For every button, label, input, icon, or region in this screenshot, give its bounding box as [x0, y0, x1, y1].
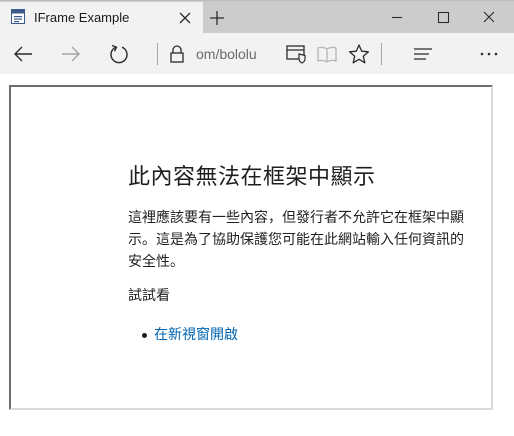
maximize-icon: [437, 11, 450, 24]
forward-arrow-icon[interactable]: [60, 43, 82, 65]
star-icon[interactable]: [348, 43, 370, 65]
close-window-button[interactable]: [466, 1, 512, 33]
toolbar-separator: [381, 43, 382, 65]
toolbar-separator: [157, 43, 158, 65]
open-in-new-window-link[interactable]: 在新視窗開啟: [154, 324, 238, 346]
page-favicon-icon: [11, 9, 25, 24]
address-text: om/bololu: [196, 46, 257, 62]
tab-title: IFrame Example: [34, 10, 130, 25]
reading-view-icon[interactable]: [316, 43, 338, 65]
maximize-button[interactable]: [420, 1, 466, 33]
browser-toolbar: om/bololu: [0, 33, 514, 74]
iframe-error-title: 此內容無法在框架中顯示: [128, 165, 376, 190]
more-icon[interactable]: [478, 43, 500, 65]
title-bar: IFrame Example: [0, 0, 514, 34]
address-bar[interactable]: om/bololu: [196, 44, 270, 64]
refresh-icon[interactable]: [108, 43, 130, 65]
tab-iframe-example[interactable]: IFrame Example: [0, 2, 203, 34]
plus-icon[interactable]: [207, 8, 227, 28]
close-icon: [483, 11, 495, 23]
iframe-error-message: 這裡應該要有一些內容，但發行者不允許它在框架中顯示。這是為了協助保護您可能在此網…: [128, 210, 464, 270]
lock-icon[interactable]: [166, 43, 188, 65]
bullet-icon: [142, 333, 147, 338]
tracking-prevention-icon[interactable]: [285, 43, 307, 65]
back-arrow-icon[interactable]: [12, 43, 34, 65]
try-this-label: 試試看: [128, 288, 170, 304]
minimize-button[interactable]: [374, 1, 420, 33]
hub-icon[interactable]: [412, 43, 434, 65]
close-icon[interactable]: [178, 11, 192, 25]
minimize-icon: [392, 16, 402, 19]
